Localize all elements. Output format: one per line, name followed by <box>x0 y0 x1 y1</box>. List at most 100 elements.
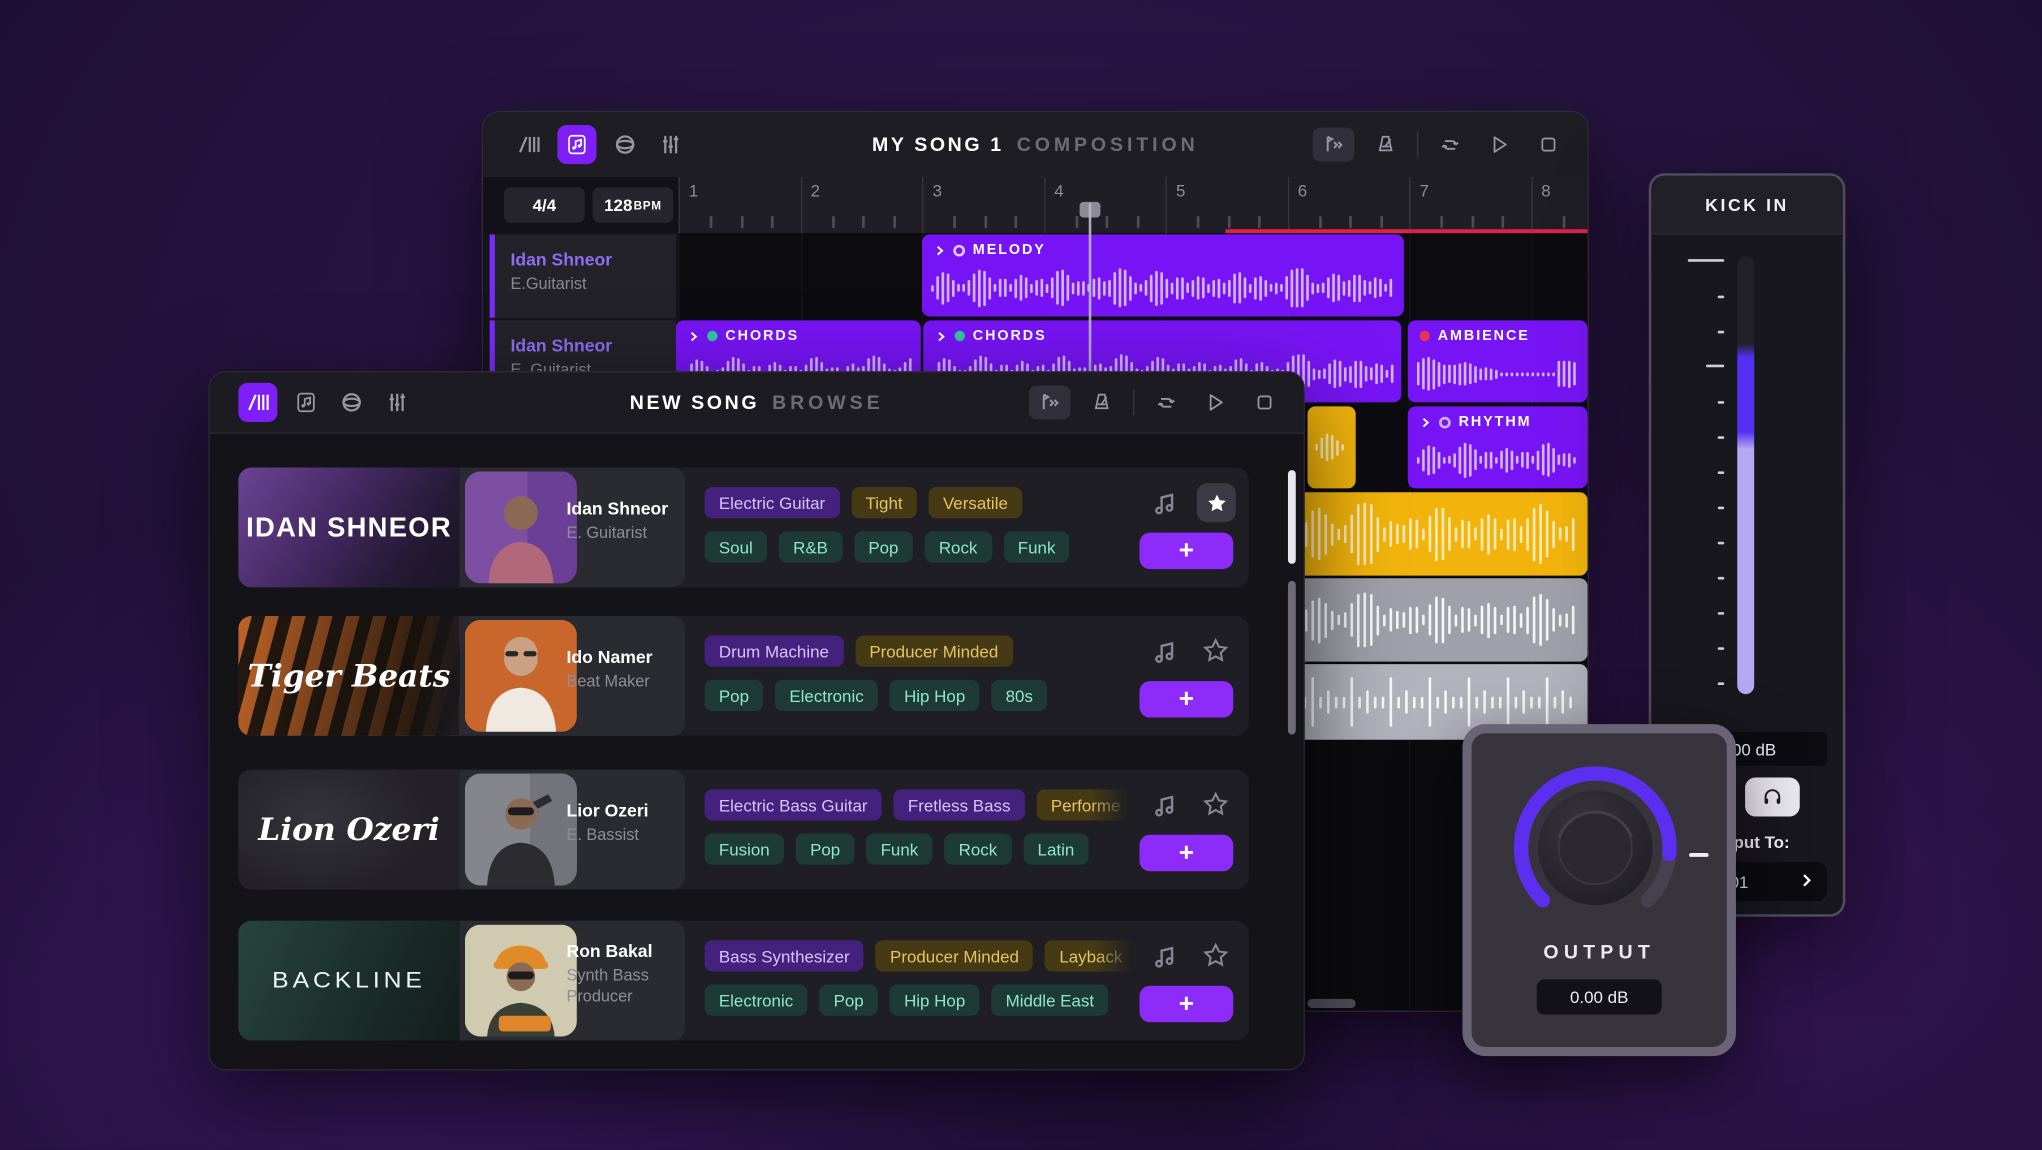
tag[interactable]: Electric Bass Guitar <box>705 789 882 820</box>
ruler-bar: 7 <box>1409 177 1532 233</box>
clip-label: CHORDS <box>725 328 799 344</box>
tag[interactable]: Producer Minded <box>876 940 1034 971</box>
star-outline-icon <box>1202 790 1229 817</box>
play-icon[interactable] <box>1481 128 1517 162</box>
music-notes-icon[interactable] <box>1150 942 1181 973</box>
play-icon[interactable] <box>1197 385 1233 419</box>
ruler-bar: 8 <box>1531 177 1588 233</box>
favorite-button-active[interactable] <box>1197 483 1236 522</box>
drums-view-icon[interactable] <box>335 385 369 419</box>
tag[interactable]: Hip Hop <box>890 680 980 711</box>
add-musician-button[interactable]: + <box>1140 681 1234 717</box>
transport-controls <box>1313 112 1567 177</box>
mixer-view-icon[interactable] <box>654 128 688 162</box>
ruler-bar: 3 <box>922 177 1045 233</box>
solo-listen-button[interactable] <box>1745 777 1800 816</box>
horizontal-scrollbar-thumb[interactable] <box>1307 999 1355 1008</box>
composition-titlebar[interactable]: MY SONG 1COMPOSITION <box>483 112 1587 178</box>
tag[interactable]: Funk <box>1003 531 1069 562</box>
music-notes-icon[interactable] <box>1150 637 1181 668</box>
ruler-bar: 1 <box>678 177 801 233</box>
tag[interactable]: Electronic <box>775 680 878 711</box>
loop-region-marker[interactable] <box>1225 229 1587 233</box>
tag[interactable]: Soul <box>705 531 768 562</box>
tag[interactable]: Fusion <box>705 833 784 864</box>
musician-name: Ron Bakal <box>566 942 652 962</box>
composition-view-icon[interactable] <box>289 385 323 419</box>
strings-view-icon[interactable] <box>238 383 277 422</box>
timeline-ruler[interactable]: 12345678 <box>678 177 1587 233</box>
track-role: E.Guitarist <box>510 275 586 293</box>
output-value[interactable]: 0.00 dB <box>1537 979 1662 1014</box>
tag[interactable]: Performe <box>1037 789 1135 820</box>
tag[interactable]: Hip Hop <box>890 985 980 1016</box>
clip-ambience[interactable]: AMBIENCE <box>1408 320 1588 402</box>
tag[interactable]: Tight <box>851 487 917 518</box>
musician-banner: Lion Ozeri <box>238 770 459 890</box>
musician-banner: IDAN SHNEOR <box>238 468 459 588</box>
stop-icon[interactable] <box>1530 128 1566 162</box>
tag[interactable]: 80s <box>991 680 1047 711</box>
mixer-view-icon[interactable] <box>380 385 414 419</box>
tag[interactable]: Pop <box>819 985 878 1016</box>
tag[interactable]: Electronic <box>705 985 808 1016</box>
tag[interactable]: Electric Guitar <box>705 487 840 518</box>
add-musician-button[interactable]: + <box>1140 533 1234 569</box>
song-title: MY SONG 1 <box>872 133 1004 155</box>
tag[interactable]: Rock <box>925 531 992 562</box>
browse-titlebar[interactable]: NEW SONGBROWSE <box>210 372 1304 433</box>
channel-title[interactable]: KICK IN <box>1651 176 1842 235</box>
tag[interactable]: Producer Minded <box>855 636 1013 667</box>
strings-view-icon[interactable] <box>512 128 546 162</box>
drums-view-icon[interactable] <box>608 128 642 162</box>
composition-view-icon[interactable] <box>557 125 596 164</box>
tag[interactable]: Layback <box>1045 940 1137 971</box>
tag[interactable]: Bass Synthesizer <box>705 940 864 971</box>
clip-rhythm[interactable]: RHYTHM <box>1408 406 1588 488</box>
banner-logo-text: Lion Ozeri <box>258 814 440 845</box>
tag[interactable]: Fretless Bass <box>894 789 1025 820</box>
track-header-1[interactable]: Idan Shneor E.Guitarist <box>490 234 676 317</box>
add-musician-button[interactable]: + <box>1140 986 1234 1022</box>
tag[interactable]: Funk <box>866 833 932 864</box>
volume-fader[interactable] <box>1737 257 1754 695</box>
add-musician-button[interactable]: + <box>1140 835 1234 871</box>
tag[interactable]: Drum Machine <box>705 636 844 667</box>
favorite-button[interactable] <box>1202 790 1229 817</box>
music-notes-icon[interactable] <box>1150 790 1181 821</box>
musician-card-lior-ozeri[interactable]: Lion Ozeri Lior Ozeri E. Bassist Electri… <box>238 770 1249 890</box>
chevron-right-icon <box>1419 416 1431 428</box>
musician-card-idan-shneor[interactable]: IDAN SHNEOR Idan Shneor E. Guitarist Ele… <box>238 468 1249 588</box>
track-name: Idan Shneor <box>510 250 612 270</box>
favorite-button[interactable] <box>1202 637 1229 664</box>
clip-state-dot <box>953 244 965 256</box>
scrollbar-thumb-secondary[interactable] <box>1288 581 1296 735</box>
tag[interactable]: Latin <box>1023 833 1088 864</box>
musician-card-ido-namer[interactable]: Tiger Beats Ido Namer Beat Maker Drum Ma… <box>238 616 1249 736</box>
music-notes-icon[interactable] <box>1150 488 1181 519</box>
genre-tags: Electronic Pop Hip Hop Middle East <box>705 985 1109 1016</box>
clip-melody[interactable]: MELODY <box>922 234 1404 316</box>
tag[interactable]: Pop <box>705 680 764 711</box>
loop-icon[interactable] <box>1147 385 1183 419</box>
tag[interactable]: Pop <box>854 531 913 562</box>
musician-card-ron-bakal[interactable]: BACKLINE Ron Bakal Synth Bass Producer B… <box>238 921 1249 1041</box>
ruler-bar: 4 <box>1044 177 1167 233</box>
stop-icon[interactable] <box>1246 385 1282 419</box>
output-knob[interactable] <box>1504 757 1686 939</box>
tag[interactable]: R&B <box>779 531 842 562</box>
tag[interactable]: Rock <box>944 833 1011 864</box>
time-signature-button[interactable]: 4/4 <box>504 188 585 223</box>
follow-playhead-icon[interactable] <box>1313 128 1355 162</box>
follow-playhead-icon[interactable] <box>1029 385 1071 419</box>
metronome-icon[interactable] <box>1084 385 1120 419</box>
scrollbar-thumb[interactable] <box>1288 470 1296 564</box>
tempo-button[interactable]: 128BPM <box>593 188 674 223</box>
tag[interactable]: Versatile <box>929 487 1023 518</box>
tag[interactable]: Pop <box>796 833 855 864</box>
clip-yellow-fragment[interactable] <box>1307 406 1355 488</box>
favorite-button[interactable] <box>1202 942 1229 969</box>
tag[interactable]: Middle East <box>991 985 1108 1016</box>
metronome-icon[interactable] <box>1367 128 1403 162</box>
loop-icon[interactable] <box>1431 128 1467 162</box>
